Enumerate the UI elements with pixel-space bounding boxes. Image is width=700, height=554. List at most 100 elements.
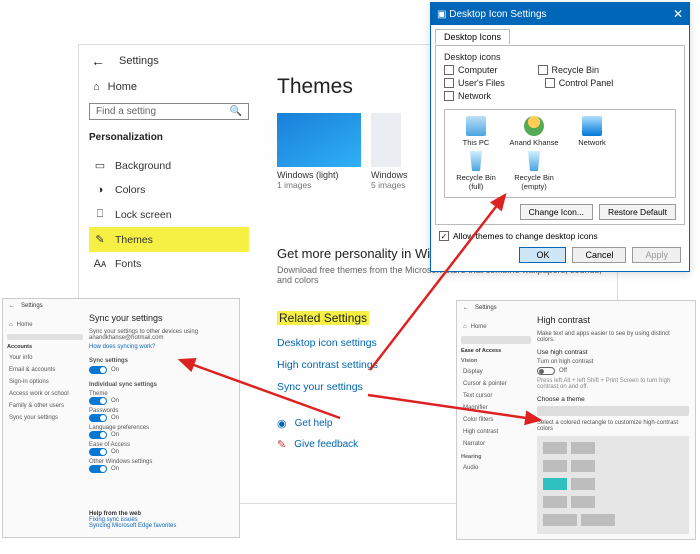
icon-network[interactable]: Network [567, 116, 617, 147]
color-swatch[interactable] [571, 496, 595, 508]
sidebar-item[interactable]: Text cursor [461, 390, 531, 402]
color-swatch[interactable] [543, 496, 567, 508]
icon-recycle-full[interactable]: Recycle Bin (full) [451, 151, 501, 191]
cancel-button[interactable]: Cancel [572, 247, 626, 263]
theme-thumb [371, 113, 401, 167]
tab-desktop-icons[interactable]: Desktop Icons [435, 29, 510, 44]
color-swatch[interactable] [571, 460, 595, 472]
color-swatch[interactable] [543, 460, 567, 472]
sidebar-label: Email & accounts [9, 367, 55, 373]
back-icon[interactable]: ← [9, 303, 15, 309]
color-swatch[interactable] [543, 478, 567, 490]
checkbox-users-files[interactable]: User's Files [444, 78, 505, 88]
search-input[interactable] [7, 334, 83, 340]
theme-dropdown[interactable] [537, 406, 689, 416]
toggle-passwords[interactable] [89, 414, 107, 422]
toggle-language[interactable] [89, 431, 107, 439]
sidebar-item-sync[interactable]: Sync your settings [7, 412, 83, 424]
related-settings-heading: Related Settings [277, 311, 369, 325]
apply-swatch-button[interactable] [543, 514, 577, 526]
icon-preview-grid: This PC Anand Khanse Network Recycle Bin… [444, 109, 676, 198]
sidebar-label: Family & other users [9, 403, 64, 409]
icon-label: Anand Khanse [509, 138, 558, 147]
checkbox-computer[interactable]: Computer [444, 65, 498, 75]
toggle-theme[interactable] [89, 397, 107, 405]
back-icon[interactable]: ← [463, 305, 469, 311]
sidebar-item-colors[interactable]: ◑Colors [89, 178, 249, 202]
checkbox-network[interactable]: Network [444, 91, 491, 101]
toggle-other[interactable] [89, 465, 107, 473]
color-swatch[interactable] [571, 478, 595, 490]
close-icon[interactable]: ✕ [673, 7, 683, 21]
sync-settings-window: ←Settings ⌂Home Accounts Your info Email… [2, 298, 240, 538]
checkbox-recycle-bin[interactable]: Recycle Bin [538, 65, 600, 75]
icon-user[interactable]: Anand Khanse [509, 116, 559, 147]
sidebar-item[interactable]: Color filters [461, 414, 531, 426]
sidebar-home[interactable]: ⌂Home [7, 319, 83, 331]
window-title: Settings [119, 55, 159, 67]
pc-icon [466, 116, 486, 136]
help-icon: ◉ [277, 417, 287, 430]
cancel-swatch-button[interactable] [581, 514, 615, 526]
sidebar-item-themes[interactable]: ✎Themes [89, 227, 249, 252]
icon-recycle-empty[interactable]: Recycle Bin (empty) [509, 151, 559, 191]
sidebar-home[interactable]: ⌂ Home [89, 75, 249, 103]
bin-empty-icon [524, 151, 544, 171]
chk-label: Control Panel [559, 78, 614, 88]
sidebar-item[interactable]: Cursor & pointer [461, 378, 531, 390]
toggle-state: On [111, 398, 119, 404]
icon-this-pc[interactable]: This PC [451, 116, 501, 147]
sidebar-label: Lock screen [115, 209, 172, 221]
icon-label: Network [578, 138, 606, 147]
restore-default-button[interactable]: Restore Default [599, 204, 676, 220]
sidebar-item[interactable]: Narrator [461, 438, 531, 450]
sidebar-label: Color filters [463, 417, 493, 423]
toggle-high-contrast[interactable] [537, 367, 555, 375]
sidebar-home[interactable]: ⌂Home [461, 321, 531, 333]
select-color-label: Select a colored rectangle to customize … [537, 420, 689, 432]
sidebar-label: Magnifier [463, 405, 488, 411]
color-swatch[interactable] [571, 442, 595, 454]
sidebar-item-high-contrast[interactable]: High contrast [461, 426, 531, 438]
search-input[interactable]: Find a setting 🔍 [89, 103, 249, 120]
apply-button[interactable]: Apply [632, 247, 681, 263]
ok-button[interactable]: OK [519, 247, 566, 263]
sidebar-label: Text cursor [463, 393, 492, 399]
back-icon[interactable]: ← [91, 53, 105, 69]
sidebar-label: Themes [115, 234, 153, 246]
sidebar-label: Audio [463, 465, 478, 471]
sidebar-group: Hearing [461, 454, 531, 460]
sidebar-item-lockscreen[interactable]: ⎕Lock screen [89, 202, 249, 227]
sidebar-section: Accounts [7, 344, 83, 350]
toggle-ease[interactable] [89, 448, 107, 456]
theme-thumb [277, 113, 361, 167]
checkbox-icon [538, 65, 548, 75]
checkbox-icon [444, 78, 454, 88]
checkbox-allow-themes[interactable]: ✓Allow themes to change desktop icons [439, 231, 681, 241]
home-icon: ⌂ [93, 81, 100, 93]
sidebar-item-background[interactable]: ▭Background [89, 153, 249, 178]
sidebar-item[interactable]: Display [461, 366, 531, 378]
sidebar-item[interactable]: Access work or school [7, 388, 83, 400]
sidebar-item[interactable]: Audio [461, 462, 531, 474]
theme-card-light[interactable]: Windows (light) 1 images [277, 113, 361, 190]
chk-label: Network [458, 91, 491, 101]
sidebar-item-fonts[interactable]: AᴀFonts [89, 252, 249, 276]
search-input[interactable] [461, 336, 531, 344]
change-icon-button[interactable]: Change Icon... [520, 204, 593, 220]
link-how-sync[interactable]: How does syncing work? [89, 344, 233, 350]
checkbox-icon [545, 78, 555, 88]
checkbox-control-panel[interactable]: Control Panel [545, 78, 614, 88]
sidebar-item[interactable]: Your info [7, 352, 83, 364]
sidebar-item[interactable]: Sign-in options [7, 376, 83, 388]
color-swatch[interactable] [543, 442, 567, 454]
sidebar-item[interactable]: Magnifier [461, 402, 531, 414]
dialog-icon: ▣ [437, 9, 449, 20]
individual-sync-heading: Individual sync settings [89, 382, 233, 388]
toggle-sync[interactable] [89, 366, 107, 374]
page-title: Sync your settings [89, 313, 233, 323]
search-icon: 🔍 [230, 106, 242, 117]
sidebar-item[interactable]: Family & other users [7, 400, 83, 412]
sidebar-item[interactable]: Email & accounts [7, 364, 83, 376]
help-link[interactable]: Syncing Microsoft Edge favorites [89, 523, 176, 529]
